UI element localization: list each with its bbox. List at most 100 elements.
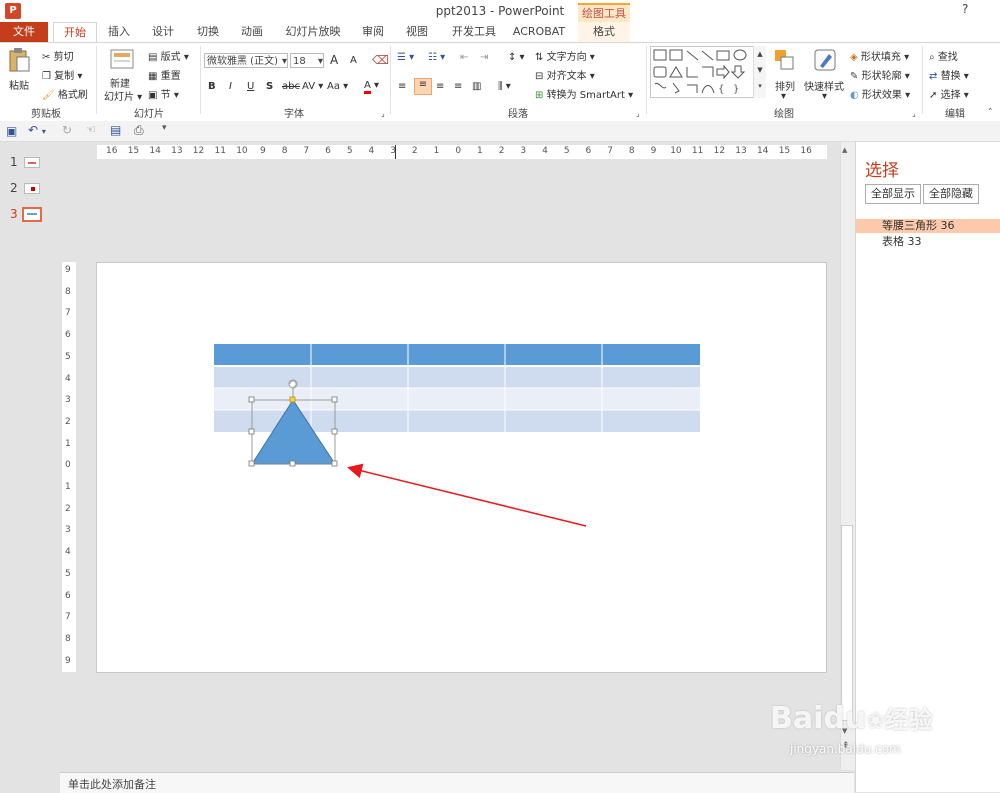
notes-placeholder[interactable]: 单击此处添加备注 [68,776,156,792]
align-center-icon[interactable]: ≡ [414,78,432,95]
shape-fill-button[interactable]: ◈ 形状填充 ▾ [850,48,909,63]
tab-format[interactable]: 格式 [578,22,630,42]
strikethrough-button[interactable]: abc [282,81,300,92]
selection-item-triangle[interactable]: 等腰三角形 36 [856,219,1000,233]
paw-icon: ❀ [866,709,885,734]
ruler-tick-label: 15 [778,146,791,156]
layout-button[interactable]: ▤ 版式 ▾ [148,48,189,63]
font-name-combo[interactable]: 微软雅黑 (正文) ▾ [204,53,288,68]
save-icon[interactable]: ▣ [6,124,17,138]
replace-icon: ⇄ [929,71,938,82]
new-slide-icon[interactable] [110,47,136,71]
grow-font-button[interactable]: A [330,53,338,67]
quick-styles-dropdown-icon[interactable]: ▾ [822,91,827,102]
new-slide-label-2[interactable]: 幻灯片 ▾ [104,88,142,103]
scrollbar-thumb[interactable] [841,525,853,721]
columns-icon[interactable]: ⫼ ▾ [498,81,511,92]
tab-design[interactable]: 设计 [148,22,178,42]
scroll-up-icon[interactable]: ▲ [842,146,847,154]
underline-button[interactable]: U [247,81,254,92]
bullets-icon[interactable]: ☰ ▾ [397,52,414,63]
touch-mode-icon[interactable]: ☜ [86,123,96,136]
ruler-tick-label: 1 [65,482,71,492]
text-direction-button[interactable]: ⇅ 文字方向 ▾ [535,48,595,63]
align-left-icon[interactable]: ≡ [398,81,406,92]
section-button[interactable]: ▣ 节 ▾ [148,86,179,101]
convert-smartart-button[interactable]: ⊞ 转换为 SmartArt ▾ [535,86,633,101]
paste-button[interactable]: 粘贴 [9,77,29,92]
shape-effects-button[interactable]: ◐ 形状效果 ▾ [850,86,910,101]
drawing-dialog-launcher-icon[interactable]: ⌟ [912,109,916,118]
customize-qat-icon[interactable]: ▾ [162,123,167,133]
cut-button[interactable]: ✂ 剪切 [42,48,74,63]
justify-icon[interactable]: ≡ [454,81,462,92]
slide-thumbnail-active[interactable] [22,207,42,222]
line-spacing-icon[interactable]: ↕ ▾ [508,52,525,63]
gallery-scroll-icon[interactable]: ▲ ▼ ▾ [753,46,766,98]
distributed-icon[interactable]: ▥ [472,81,481,92]
tab-review[interactable]: 审阅 [358,22,388,42]
tab-developer[interactable]: 开发工具 [446,22,502,42]
reset-button[interactable]: ▦ 重置 [148,67,181,82]
collapse-ribbon-icon[interactable]: ˄ [988,108,993,118]
paint-bucket-icon: ◈ [850,52,858,63]
tab-acrobat[interactable]: ACROBAT [510,22,568,42]
tab-insert[interactable]: 插入 [104,22,134,42]
tab-file[interactable]: 文件 [0,22,48,42]
tab-slideshow[interactable]: 幻灯片放映 [282,22,344,42]
hide-all-button[interactable]: 全部隐藏 [923,184,979,204]
slide-thumbnail[interactable] [24,183,40,194]
undo-icon[interactable]: ↶ ▾ [28,123,46,137]
font-dialog-launcher-icon[interactable]: ⌟ [381,109,385,118]
ruler-tick-label: 8 [628,146,635,156]
print-preview-icon[interactable]: ⎙ [134,123,144,138]
new-slide-label-2-text: 幻灯片 [104,92,134,103]
ruler-tick-label: 3 [65,395,71,406]
save-as-icon[interactable]: ▤ [110,123,121,137]
char-spacing-button[interactable]: AV ▾ [302,81,323,92]
decrease-indent-icon[interactable]: ⇤ [460,52,468,63]
clear-format-icon[interactable]: ⌫ [372,53,389,67]
shapes-gallery[interactable]: {} [650,46,766,98]
numbering-icon[interactable]: ☷ ▾ [428,52,445,63]
align-text-button[interactable]: ⊟ 对齐文本 ▾ [535,67,595,82]
paragraph-dialog-launcher-icon[interactable]: ⌟ [636,109,640,118]
font-size-combo[interactable]: 18 ▾ [290,53,324,68]
select-button[interactable]: ➚ 选择 ▾ [929,86,969,101]
find-button[interactable]: ⌕ 查找 [929,48,958,63]
isosceles-triangle-shape[interactable] [246,376,342,472]
slide-canvas[interactable] [96,262,827,673]
tab-view[interactable]: 视图 [402,22,432,42]
tab-transitions[interactable]: 切换 [193,22,223,42]
layout-label: 版式 [160,52,181,63]
slide-thumbnail[interactable] [24,157,40,168]
quick-styles-icon[interactable] [813,48,837,72]
ruler-tick-label: 7 [607,146,613,156]
show-all-button[interactable]: 全部显示 [865,184,921,204]
copy-button[interactable]: ❐ 复制 ▾ [42,67,82,82]
bold-button[interactable]: B [208,81,216,92]
ruler-tick-label: 4 [65,373,71,384]
divider [922,46,923,114]
tab-animations[interactable]: 动画 [237,22,267,42]
redo-icon[interactable]: ↻ [62,123,72,137]
replace-label: 替换 [940,71,961,82]
replace-button[interactable]: ⇄ 替换 ▾ [929,67,969,82]
italic-button[interactable]: I [229,81,232,92]
help-button[interactable]: ? [962,2,968,16]
shape-outline-button[interactable]: ✎ 形状轮廓 ▾ [850,67,910,82]
selection-item-table[interactable]: 表格 33 [856,235,1000,249]
change-case-button[interactable]: Aa ▾ [327,81,348,92]
paste-icon[interactable] [8,47,30,73]
notes-pane[interactable] [60,772,854,793]
increase-indent-icon[interactable]: ⇥ [480,52,488,63]
format-painter-button[interactable]: 🖌 格式刷 [42,86,88,101]
align-right-icon[interactable]: ≡ [436,81,444,92]
shrink-font-button[interactable]: A [350,55,357,66]
shadow-button[interactable]: S [266,81,273,92]
ruler-tick-label: 5 [65,351,71,362]
arrange-dropdown-icon[interactable]: ▾ [781,91,786,102]
arrange-icon[interactable] [773,48,795,72]
font-color-button[interactable]: A ▾ [364,80,379,94]
tab-home[interactable]: 开始 [53,22,97,42]
